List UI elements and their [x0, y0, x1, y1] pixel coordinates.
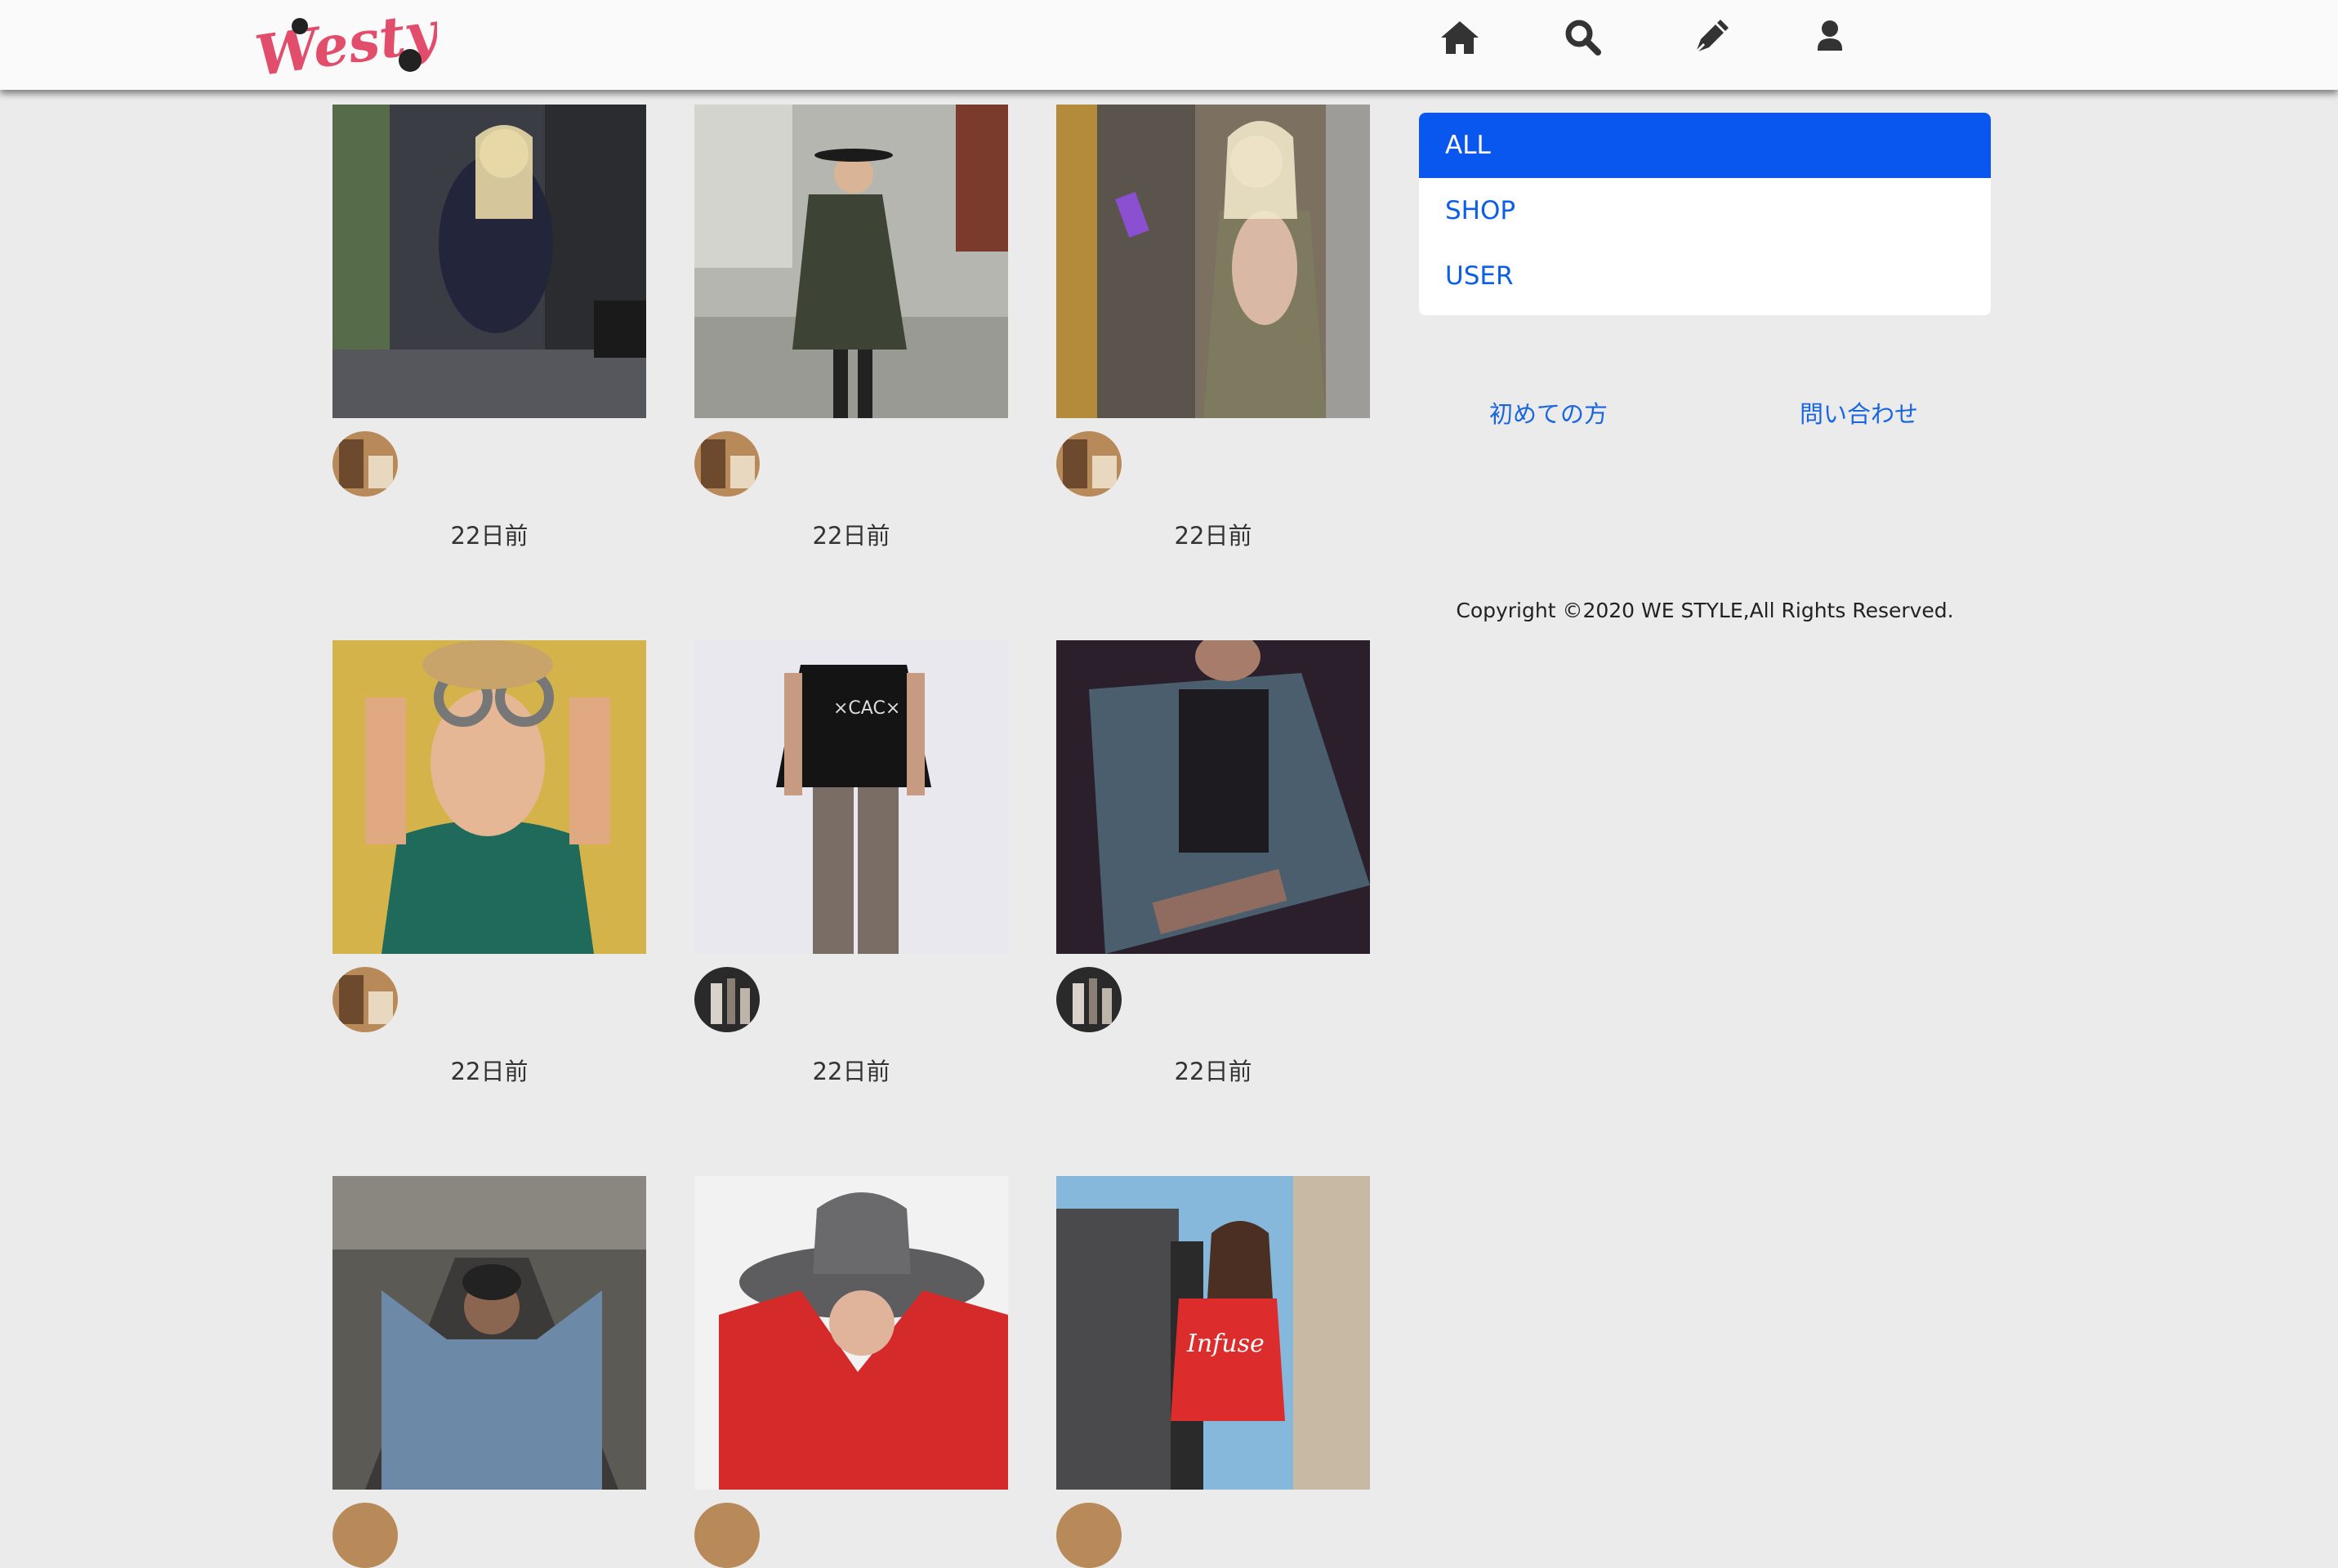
post-card[interactable]: 22日前	[1056, 105, 1370, 550]
user-icon[interactable]	[1807, 15, 1853, 60]
post-photo[interactable]	[1056, 105, 1370, 418]
pen-icon[interactable]	[1686, 15, 1732, 60]
post-time: 22日前	[450, 522, 529, 550]
user-avatar[interactable]	[694, 1503, 760, 1568]
post-photo[interactable]: Infuse	[1056, 1176, 1370, 1490]
post-time: 22日前	[450, 1058, 529, 1085]
user-avatar[interactable]	[332, 1503, 398, 1568]
filter-user[interactable]: USER	[1419, 243, 1991, 309]
post-time: 22日前	[812, 1058, 890, 1085]
post-card[interactable]: 22日前	[332, 105, 646, 550]
post-time: 22日前	[1174, 522, 1252, 550]
contact-link[interactable]: 問い合わせ	[1800, 395, 1918, 430]
post-card[interactable]: 22日前	[1056, 640, 1370, 1085]
post-photo[interactable]	[332, 1176, 646, 1490]
post-time: 22日前	[1174, 1058, 1252, 1085]
filter-shop[interactable]: SHOP	[1419, 178, 1991, 243]
post-photo[interactable]	[332, 640, 646, 954]
svg-text:Westyle: Westyle	[252, 0, 437, 89]
logo-graphic: Westyle	[252, 0, 497, 89]
home-icon[interactable]	[1437, 15, 1483, 60]
post-photo[interactable]	[1056, 640, 1370, 954]
category-filter-list: ALL SHOP USER	[1419, 113, 1991, 315]
post-photo[interactable]	[332, 105, 646, 418]
post-card[interactable]: Infuse	[1056, 1176, 1370, 1568]
user-avatar[interactable]	[1056, 1503, 1122, 1568]
svg-text:Infuse: Infuse	[1186, 1330, 1265, 1358]
first-time-link[interactable]: 初めての方	[1489, 395, 1608, 430]
post-time: 22日前	[812, 522, 890, 550]
user-avatar[interactable]	[1056, 967, 1122, 1032]
user-avatar[interactable]	[1056, 431, 1122, 497]
post-card[interactable]: 22日前	[694, 105, 1008, 550]
post-card[interactable]	[694, 1176, 1008, 1568]
top-nav-bar: Westyle	[0, 0, 2338, 90]
post-photo[interactable]	[694, 1176, 1008, 1490]
post-card[interactable]	[332, 1176, 646, 1568]
user-avatar[interactable]	[332, 967, 398, 1032]
post-photo[interactable]: ×CAC×	[694, 640, 1008, 954]
post-photo[interactable]	[694, 105, 1008, 418]
svg-text:×CAC×: ×CAC×	[833, 698, 900, 719]
user-avatar[interactable]	[694, 967, 760, 1032]
user-avatar[interactable]	[694, 431, 760, 497]
westyle-logo[interactable]: Westyle	[249, 0, 497, 90]
copyright-text: Copyright ©2020 WE STYLE,All Rights Rese…	[1456, 599, 1954, 622]
user-avatar[interactable]	[332, 431, 398, 497]
post-card[interactable]: ×CAC× 22日前	[694, 640, 1008, 1085]
post-card[interactable]: 22日前	[332, 640, 646, 1085]
filter-all[interactable]: ALL	[1419, 113, 1991, 178]
search-icon[interactable]	[1560, 15, 1606, 60]
